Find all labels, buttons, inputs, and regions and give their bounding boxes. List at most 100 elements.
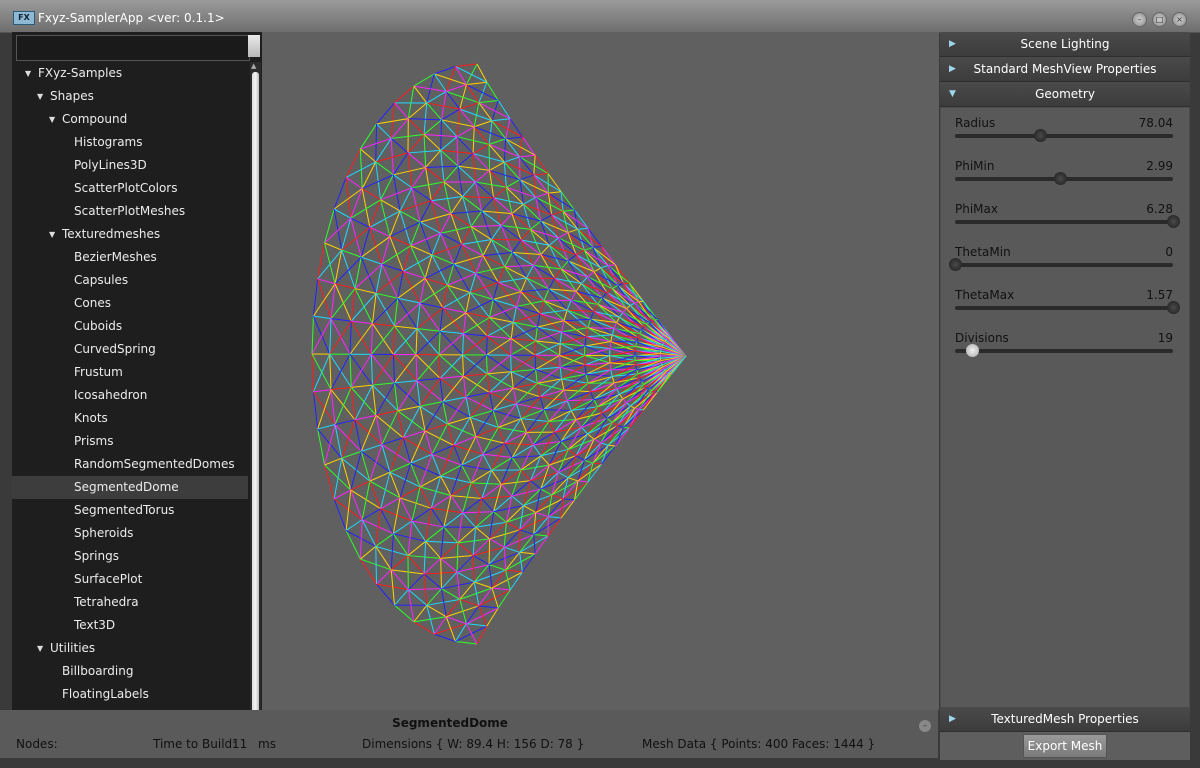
mesh-edge (497, 427, 506, 444)
section-scene-lighting[interactable]: ▶ Scene Lighting (940, 32, 1190, 57)
mesh-edge (560, 336, 587, 345)
collapse-icon[interactable]: – (919, 720, 931, 732)
mesh-edge (360, 256, 377, 294)
close-icon[interactable]: × (1172, 12, 1187, 27)
mesh-edge (533, 174, 549, 194)
chevron-right-icon: ▶ (949, 64, 956, 74)
mesh-edge (369, 210, 401, 228)
tree-item[interactable]: Text3D (12, 614, 248, 637)
mesh-edge (440, 558, 442, 589)
mesh-edge (567, 228, 579, 234)
mesh-edge (540, 455, 550, 466)
section-meshview-properties[interactable]: ▶ Standard MeshView Properties (940, 57, 1190, 82)
mesh-edge (587, 327, 613, 336)
mesh-edge (554, 431, 562, 442)
section-texturedmesh-properties[interactable]: ▶ TexturedMesh Properties (940, 707, 1190, 732)
slider-track[interactable] (955, 215, 1180, 228)
section-geometry[interactable]: ▼ Geometry (940, 82, 1190, 107)
tree-item[interactable]: Icosahedron (12, 384, 248, 407)
tree-item[interactable]: SurfacePlot (12, 568, 248, 591)
window-title: Fxyz-SamplerApp <ver: 0.1.1> (38, 11, 225, 25)
tree-item-label: FloatingLabels (62, 687, 149, 701)
tree-item[interactable]: SegmentedDome (12, 476, 248, 499)
search-button[interactable] (248, 35, 260, 57)
tree-item[interactable]: Tetrahedra (12, 591, 248, 614)
tree-item[interactable]: Knots (12, 407, 248, 430)
expand-arrow-icon[interactable]: ▼ (49, 108, 55, 131)
tree-item[interactable]: ▼ FXyz-Samples (12, 62, 248, 85)
mesh-edge (577, 480, 589, 483)
mesh-edge (469, 416, 499, 428)
tree-item[interactable]: Springs (12, 545, 248, 568)
tree-item[interactable]: ▼ Compound (12, 108, 248, 131)
dimensions-text: Dimensions { W: 89.4 H: 156 D: 78 } (362, 737, 585, 751)
search-input[interactable] (16, 35, 250, 61)
tree-item[interactable]: CurvedSpring (12, 338, 248, 361)
slider-thumb[interactable] (1034, 129, 1048, 142)
tree-item[interactable]: Billboarding (12, 660, 248, 683)
mesh-edge (482, 453, 492, 471)
tree-item-label: Text3D (74, 618, 116, 632)
samples-tree: ▼ FXyz-Samples ▼ Shapes ▼ Compound Histograms P… (12, 62, 248, 752)
tree-item[interactable]: RandomSegmentedDomes (12, 453, 248, 476)
export-mesh-button[interactable]: Export Mesh (1023, 734, 1107, 758)
slider-thumb[interactable] (949, 258, 962, 271)
tree-item[interactable]: BezierMeshes (12, 246, 248, 269)
slider-thumb[interactable] (1053, 172, 1067, 185)
mesh-edge (530, 220, 542, 230)
slider-track[interactable] (949, 258, 1173, 271)
tree-item[interactable]: Capsules (12, 269, 248, 292)
mesh-edge (324, 242, 336, 284)
tree-item[interactable]: Cones (12, 292, 248, 315)
tree-item[interactable]: ScatterPlotColors (12, 177, 248, 200)
slider-track[interactable] (955, 172, 1173, 185)
mesh-edge (488, 299, 494, 318)
slider-thumb[interactable] (966, 344, 980, 357)
tree-item[interactable]: ▼ Shapes (12, 85, 248, 108)
mesh-edge (548, 516, 562, 519)
slider-track[interactable] (955, 301, 1180, 314)
tree-item[interactable]: SegmentedTorus (12, 499, 248, 522)
tree-item[interactable]: ▼ Utilities (12, 637, 248, 660)
slider-thumb[interactable] (1167, 301, 1180, 314)
mesh-edge (450, 495, 464, 514)
expand-arrow-icon[interactable]: ▼ (49, 223, 55, 246)
expand-arrow-icon[interactable]: ▼ (25, 62, 31, 85)
tree-item[interactable]: Cuboids (12, 315, 248, 338)
tree-item[interactable]: Frustum (12, 361, 248, 384)
mesh-edge (324, 424, 336, 466)
mesh-edge (424, 571, 458, 575)
mesh-edge (561, 320, 565, 333)
scrollbar-thumb[interactable] (252, 72, 259, 742)
mesh-edge (504, 252, 513, 267)
mesh-edge (413, 604, 428, 623)
scroll-up-icon[interactable]: ▲ (251, 62, 256, 70)
3d-viewport[interactable] (262, 32, 939, 710)
expand-arrow-icon[interactable]: ▼ (37, 637, 43, 660)
tree-item[interactable]: ScatterPlotMeshes (12, 200, 248, 223)
tree-item[interactable]: Spheroids (12, 522, 248, 545)
mesh-edge (497, 266, 506, 283)
mesh-edge (375, 293, 395, 327)
segmented-dome-mesh[interactable] (262, 32, 939, 710)
mesh-edge (530, 480, 542, 490)
mesh-edge (608, 444, 616, 447)
mesh-edge (617, 425, 624, 428)
tree-item-label: RandomSegmentedDomes (74, 457, 235, 471)
slider-thumb[interactable] (1167, 215, 1180, 228)
tree-item[interactable]: Histograms (12, 131, 248, 154)
mesh-edge (434, 633, 456, 642)
tree-item[interactable]: FloatingLabels (12, 683, 248, 706)
tree-scrollbar[interactable]: ▲ ▼ (250, 62, 261, 752)
mesh-edge (345, 519, 363, 531)
mesh-edge (471, 224, 502, 228)
tree-item[interactable]: ▼ Texturedmeshes (12, 223, 248, 246)
tree-item[interactable]: Prisms (12, 430, 248, 453)
slider-track[interactable] (955, 344, 1173, 357)
mesh-edge (512, 251, 541, 255)
tree-item[interactable]: PolyLines3D (12, 154, 248, 177)
minimize-icon[interactable]: – (1132, 12, 1147, 27)
slider-track[interactable] (955, 129, 1173, 142)
expand-arrow-icon[interactable]: ▼ (37, 85, 43, 108)
maximize-icon[interactable]: □ (1152, 12, 1167, 27)
